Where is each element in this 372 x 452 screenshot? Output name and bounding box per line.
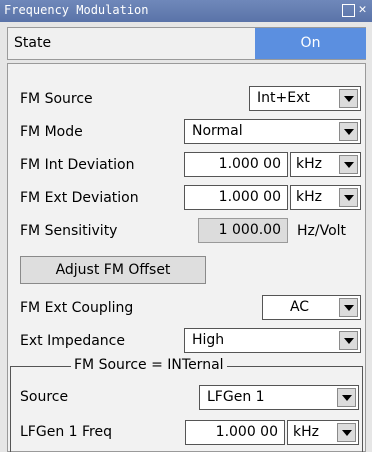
- source-label: Source: [20, 389, 69, 405]
- fm-mode-select[interactable]: Normal: [184, 119, 361, 144]
- title-bar: Frequency Modulation ✕: [0, 0, 372, 22]
- fm-int-deviation-input[interactable]: 1.000 00: [184, 152, 288, 177]
- fm-ext-coupling-select[interactable]: AC: [262, 295, 361, 320]
- adjust-fm-offset-button[interactable]: Adjust FM Offset: [20, 256, 206, 284]
- chevron-down-icon[interactable]: [337, 423, 356, 442]
- fm-ext-deviation-unit: kHz: [296, 189, 322, 205]
- lfgen-freq-label: LFGen 1 Freq: [20, 424, 112, 440]
- source-value: LFGen 1: [207, 389, 265, 405]
- fm-ext-deviation-label: FM Ext Deviation: [20, 190, 139, 206]
- fm-ext-deviation-input[interactable]: 1.000 00: [184, 185, 288, 210]
- lfgen-freq-input[interactable]: 1.000 00: [185, 420, 285, 445]
- chevron-down-icon[interactable]: [339, 155, 358, 174]
- fm-source-select[interactable]: Int+Ext: [249, 86, 361, 111]
- fm-source-internal-group: FM Source = INTernal Source LFGen 1 LFGe…: [10, 357, 363, 452]
- group-title: FM Source = INTernal: [71, 357, 227, 373]
- chevron-down-icon[interactable]: [337, 388, 356, 407]
- fm-mode-value: Normal: [192, 123, 243, 139]
- fm-source-value: Int+Ext: [257, 90, 310, 106]
- ext-impedance-value: High: [192, 332, 225, 348]
- fm-int-deviation-unit: kHz: [296, 156, 322, 172]
- frequency-modulation-window: Frequency Modulation ✕ State On FM Sourc…: [0, 0, 372, 452]
- fm-source-label: FM Source: [20, 91, 93, 107]
- state-toggle-button[interactable]: On: [255, 28, 366, 59]
- ext-impedance-label: Ext Impedance: [20, 333, 125, 349]
- fm-sensitivity-label: FM Sensitivity: [20, 223, 118, 239]
- window-title: Frequency Modulation: [4, 3, 149, 17]
- close-icon[interactable]: ✕: [357, 3, 368, 16]
- ext-impedance-select[interactable]: High: [184, 328, 361, 353]
- fm-mode-label: FM Mode: [20, 124, 83, 140]
- state-label: State: [14, 35, 52, 51]
- lfgen-freq-unit: kHz: [293, 424, 319, 440]
- maximize-icon[interactable]: [342, 4, 355, 17]
- fm-ext-coupling-label: FM Ext Coupling: [20, 300, 134, 316]
- fm-int-deviation-unit-select[interactable]: kHz: [290, 152, 361, 177]
- fm-sensitivity-value: 1 000.00: [198, 218, 288, 243]
- chevron-down-icon[interactable]: [339, 298, 358, 317]
- fm-int-deviation-label: FM Int Deviation: [20, 157, 135, 173]
- chevron-down-icon[interactable]: [339, 188, 358, 207]
- fm-sensitivity-unit: Hz/Volt: [297, 223, 347, 239]
- fm-ext-deviation-unit-select[interactable]: kHz: [290, 185, 361, 210]
- chevron-down-icon[interactable]: [339, 331, 358, 350]
- lfgen-freq-unit-select[interactable]: kHz: [287, 420, 359, 445]
- fm-ext-coupling-value: AC: [289, 299, 310, 315]
- chevron-down-icon[interactable]: [339, 89, 358, 108]
- chevron-down-icon[interactable]: [339, 122, 358, 141]
- state-row: State On: [7, 27, 366, 60]
- source-select[interactable]: LFGen 1: [199, 385, 359, 410]
